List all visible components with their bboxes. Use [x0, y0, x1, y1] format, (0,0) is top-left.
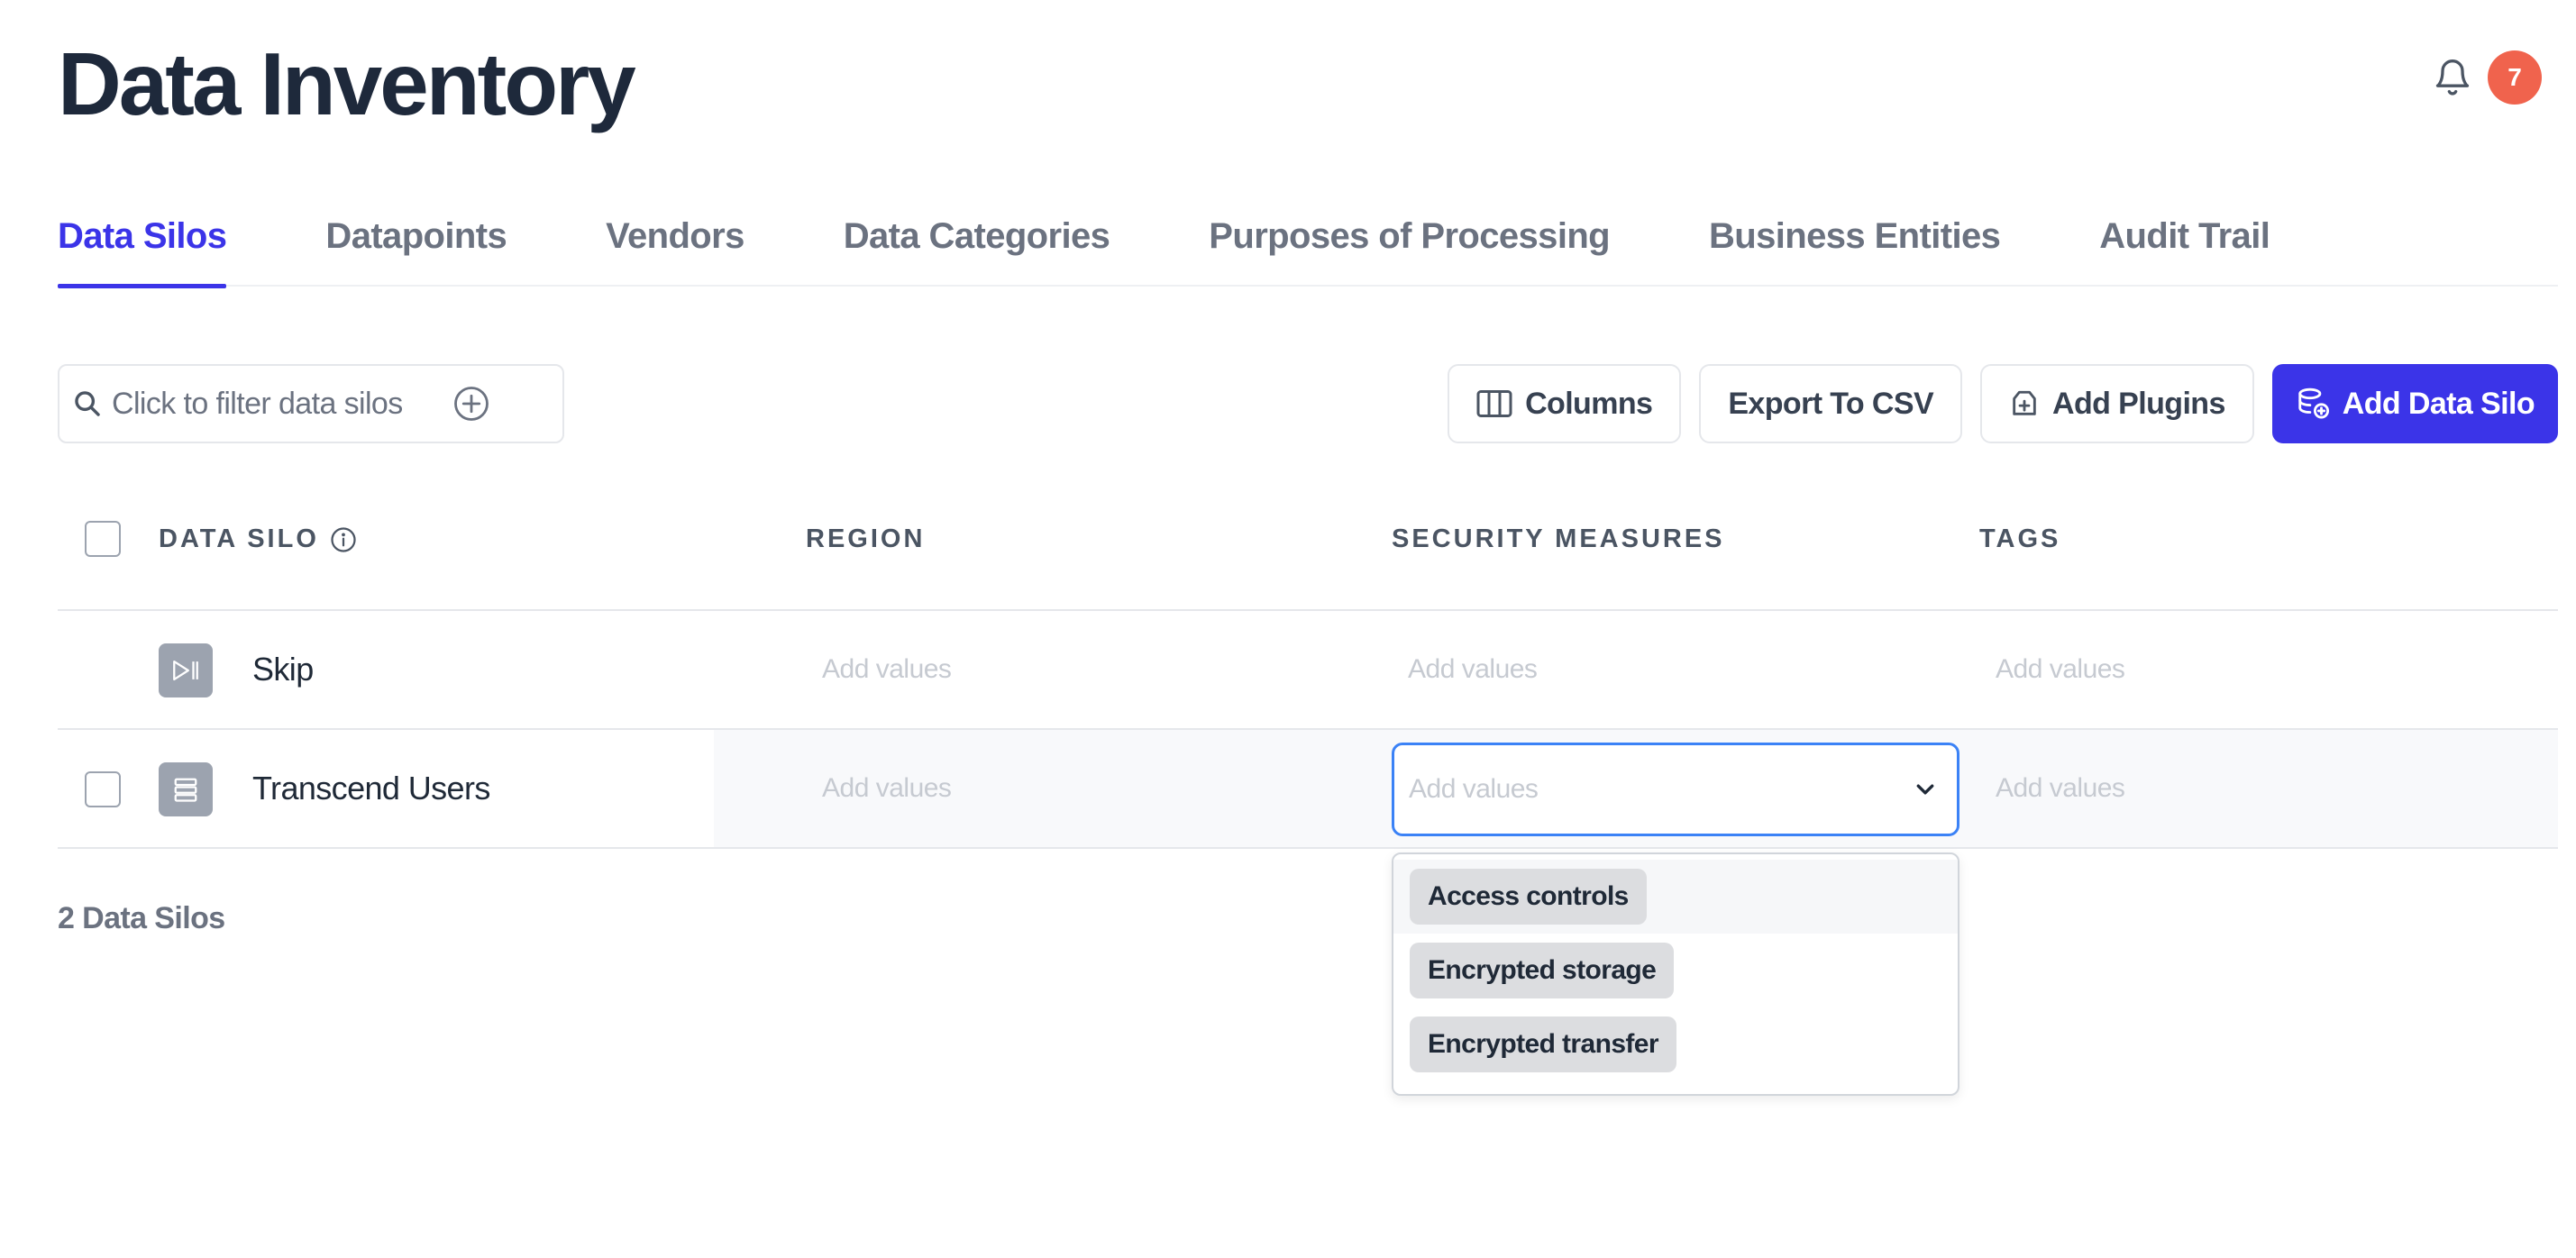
- add-plugins-button[interactable]: Add Plugins: [1980, 364, 2254, 443]
- select-placeholder: Add values: [1409, 774, 1539, 804]
- plugin-icon: [2009, 388, 2040, 419]
- column-header-tags[interactable]: TAGS: [1979, 524, 2060, 554]
- export-csv-button[interactable]: Export To CSV: [1699, 364, 1963, 443]
- table-row[interactable]: Skip Add values Add values Add values: [58, 611, 2558, 730]
- database-add-icon: [2296, 387, 2330, 421]
- page-title: Data Inventory: [58, 34, 636, 133]
- silo-count: 2 Data Silos: [58, 901, 225, 935]
- add-data-silo-button[interactable]: Add Data Silo: [2271, 364, 2558, 443]
- region-cell[interactable]: Add values: [822, 654, 952, 685]
- filter-placeholder: Click to filter data silos: [112, 386, 403, 421]
- notification-count-badge[interactable]: 7: [2488, 50, 2542, 105]
- tab-bar: Data Silos Datapoints Vendors Data Categ…: [58, 207, 2558, 288]
- columns-label: Columns: [1525, 386, 1653, 421]
- info-icon[interactable]: [330, 526, 357, 553]
- row-checkbox[interactable]: [85, 771, 121, 807]
- add-filter-icon[interactable]: [452, 385, 490, 423]
- tab-business-entities[interactable]: Business Entities: [1709, 207, 2001, 287]
- data-silo-header-label: DATA SILO: [159, 524, 319, 553]
- tab-purposes-of-processing[interactable]: Purposes of Processing: [1209, 207, 1610, 287]
- filter-input[interactable]: Click to filter data silos: [58, 364, 564, 443]
- toolbar: Columns Export To CSV Add Plugins Add Da…: [1448, 364, 2558, 443]
- option-chip: Access controls: [1410, 869, 1647, 925]
- table-row[interactable]: Transcend Users Add values Add values: [58, 730, 2558, 849]
- tags-cell[interactable]: Add values: [1996, 773, 2125, 804]
- silo-name[interactable]: Transcend Users: [252, 770, 490, 807]
- search-icon: [72, 388, 103, 419]
- notifications[interactable]: 7: [2430, 50, 2542, 105]
- select-all-checkbox[interactable]: [85, 521, 121, 557]
- database-list-icon: [159, 762, 213, 816]
- export-label: Export To CSV: [1728, 386, 1934, 421]
- security-measures-cell[interactable]: Add values: [1408, 654, 1538, 685]
- tab-vendors[interactable]: Vendors: [606, 207, 744, 287]
- data-silos-table: DATA SILO REGION SECURITY MEASURES TAGS …: [58, 487, 2558, 849]
- plugins-label: Add Plugins: [2052, 386, 2225, 421]
- security-measures-select[interactable]: Add values: [1392, 743, 1959, 836]
- security-measures-menu: Access controls Encrypted storage Encryp…: [1392, 852, 1959, 1096]
- tab-audit-trail[interactable]: Audit Trail: [2099, 207, 2270, 287]
- silo-name[interactable]: Skip: [252, 651, 314, 688]
- table-header: DATA SILO REGION SECURITY MEASURES TAGS: [58, 487, 2558, 611]
- column-header-region[interactable]: REGION: [806, 524, 925, 554]
- columns-icon: [1476, 390, 1512, 417]
- option-access-controls[interactable]: Access controls: [1393, 860, 1958, 934]
- tags-cell[interactable]: Add values: [1996, 654, 2125, 685]
- tab-data-categories[interactable]: Data Categories: [844, 207, 1110, 287]
- add-silo-label: Add Data Silo: [2342, 386, 2535, 421]
- option-encrypted-storage[interactable]: Encrypted storage: [1393, 934, 1958, 1007]
- skip-icon: [159, 643, 213, 697]
- option-chip: Encrypted storage: [1410, 943, 1675, 998]
- tab-datapoints[interactable]: Datapoints: [325, 207, 507, 287]
- tab-data-silos[interactable]: Data Silos: [58, 207, 227, 288]
- columns-button[interactable]: Columns: [1448, 364, 1682, 443]
- column-header-data-silo[interactable]: DATA SILO: [159, 524, 357, 554]
- bell-icon[interactable]: [2430, 55, 2475, 100]
- column-header-security-measures[interactable]: SECURITY MEASURES: [1392, 524, 1725, 554]
- option-encrypted-transfer[interactable]: Encrypted transfer: [1393, 1007, 1958, 1081]
- chevron-down-icon[interactable]: [1914, 781, 1937, 798]
- region-cell[interactable]: Add values: [822, 773, 952, 804]
- option-chip: Encrypted transfer: [1410, 1016, 1676, 1072]
